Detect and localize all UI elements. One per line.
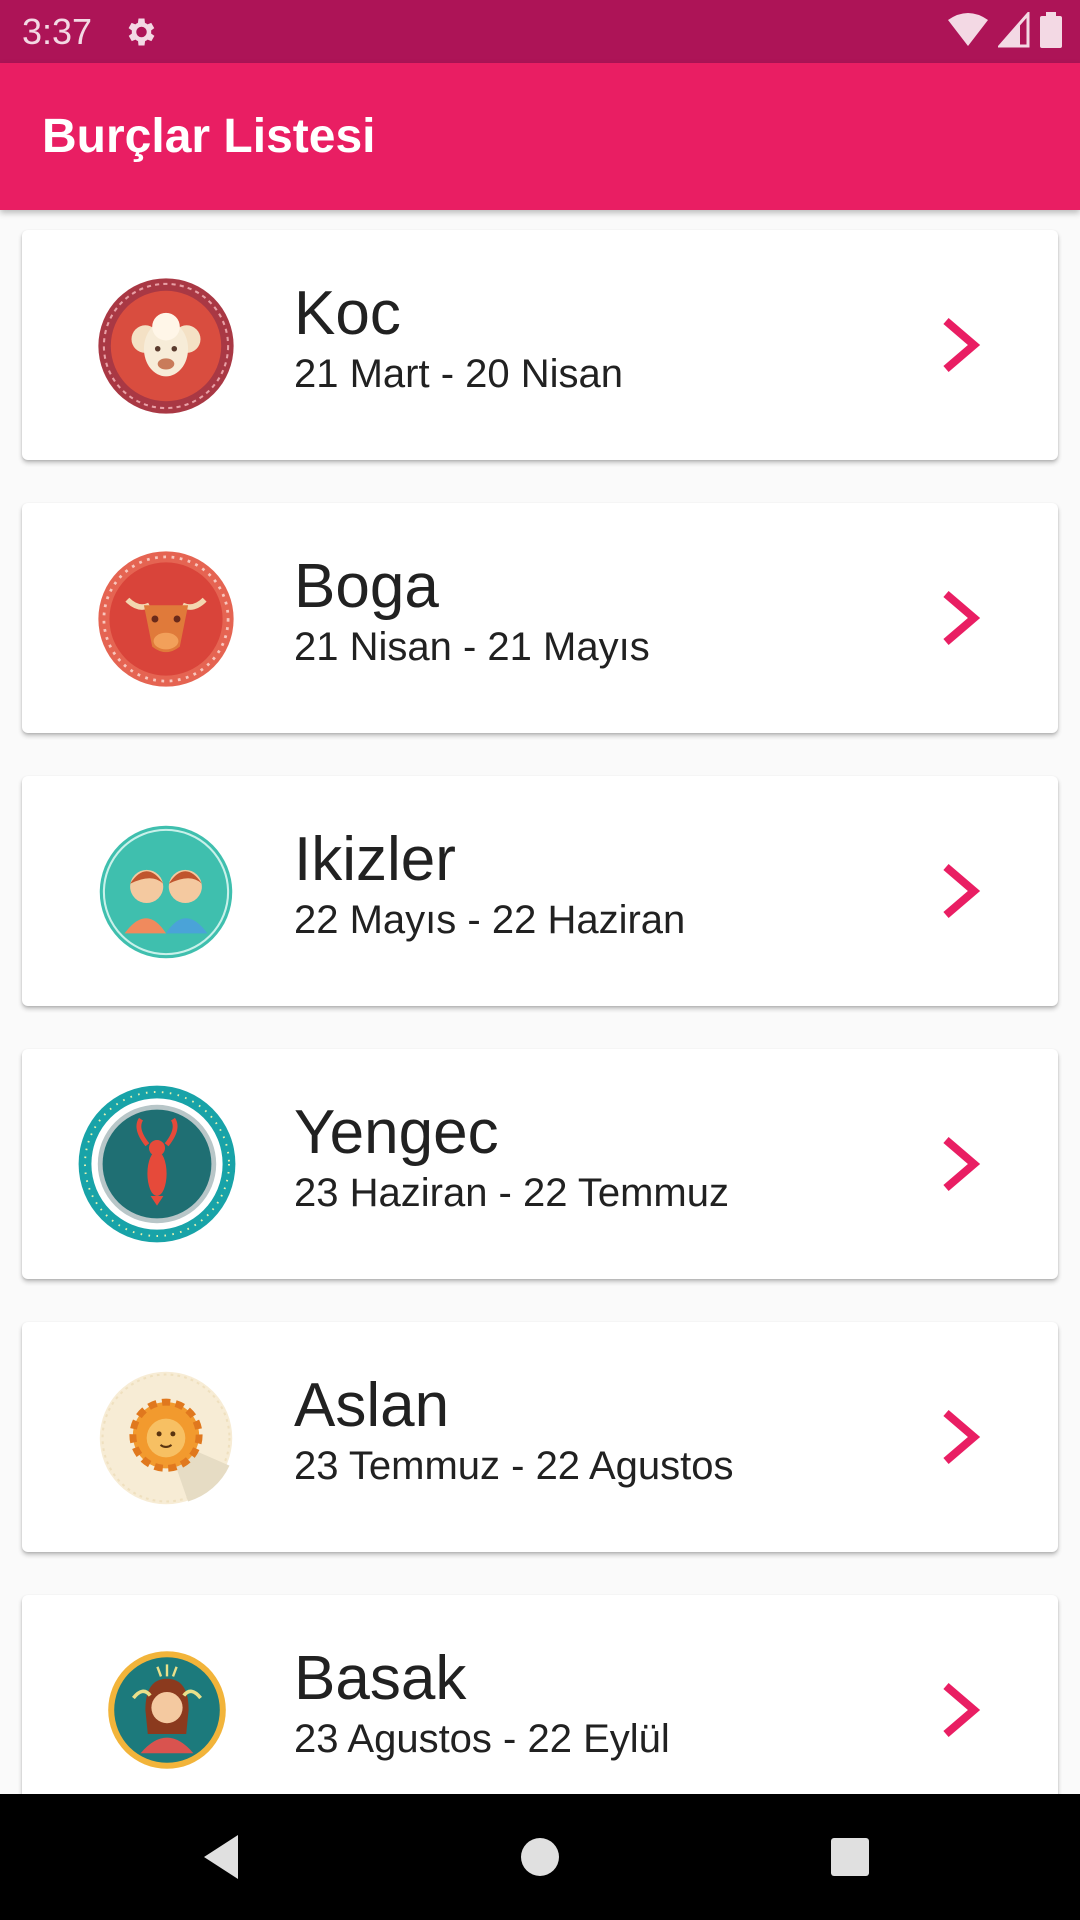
back-icon[interactable] [196, 1827, 256, 1887]
gear-icon [128, 18, 155, 45]
recents-icon[interactable] [820, 1827, 880, 1887]
zodiac-dates: 23 Agustos - 22 Eylül [294, 1717, 670, 1761]
navigation-bar [0, 1794, 1080, 1920]
zodiac-dates: 22 Mayıs - 22 Haziran [294, 898, 686, 942]
status-time: 3:37 [22, 10, 93, 52]
cancer-icon [78, 1085, 236, 1243]
zodiac-name: Basak [294, 1644, 467, 1713]
taurus-icon [98, 551, 234, 687]
zodiac-name: Ikizler [294, 825, 456, 894]
aries-icon [98, 278, 234, 414]
chevron-right-icon[interactable] [936, 1680, 988, 1740]
chevron-right-icon[interactable] [936, 1407, 988, 1467]
zodiac-name: Boga [294, 552, 439, 621]
chevron-right-icon[interactable] [936, 861, 988, 921]
list-item[interactable]: Basak 23 Agustos - 22 Eylül [22, 1595, 1058, 1794]
zodiac-dates: 23 Haziran - 22 Temmuz [294, 1171, 729, 1215]
list-item[interactable]: Aslan 23 Temmuz - 22 Agustos [22, 1322, 1058, 1552]
zodiac-dates: 21 Nisan - 21 Mayıs [294, 625, 650, 669]
wifi-icon [948, 13, 988, 46]
list-item[interactable]: Ikizler 22 Mayıs - 22 Haziran [22, 776, 1058, 1006]
virgo-icon [108, 1651, 226, 1769]
status-bar: 3:37 [0, 0, 1080, 63]
status-icons [948, 12, 1062, 48]
zodiac-name: Aslan [294, 1371, 450, 1440]
list-item[interactable]: Boga 21 Nisan - 21 Mayıs [22, 503, 1058, 733]
zodiac-dates: 21 Mart - 20 Nisan [294, 352, 624, 396]
zodiac-name: Yengec [294, 1098, 499, 1167]
chevron-right-icon[interactable] [936, 315, 988, 375]
app-title: Burçlar Listesi [42, 110, 376, 163]
list-item[interactable]: Yengec 23 Haziran - 22 Temmuz [22, 1049, 1058, 1279]
list-item[interactable]: Koc 21 Mart - 20 Nisan [22, 230, 1058, 460]
chevron-right-icon[interactable] [936, 1134, 988, 1194]
zodiac-list[interactable]: Koc 21 Mart - 20 Nisan Boga 21 Nisan - 2… [0, 210, 1080, 1794]
leo-icon [99, 1371, 233, 1505]
zodiac-name: Koc [294, 279, 401, 348]
gemini-icon [99, 825, 233, 959]
zodiac-dates: 23 Temmuz - 22 Agustos [294, 1444, 734, 1488]
home-icon[interactable] [510, 1827, 570, 1887]
chevron-right-icon[interactable] [936, 588, 988, 648]
signal-icon [998, 12, 1030, 48]
app-bar: Burçlar Listesi [0, 63, 1080, 210]
battery-icon [1040, 12, 1062, 48]
